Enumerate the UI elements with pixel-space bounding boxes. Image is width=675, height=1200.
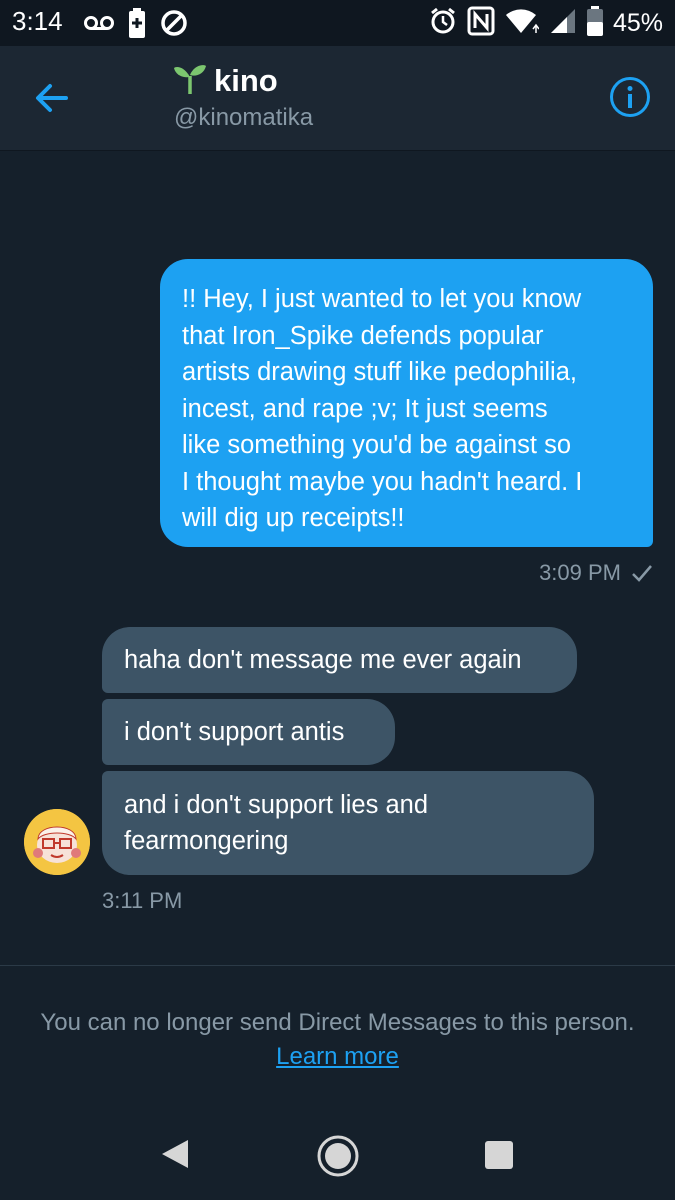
- nfc-icon: [467, 6, 495, 41]
- avatar[interactable]: [24, 809, 90, 875]
- arrow-left-icon: [36, 84, 68, 112]
- alarm-icon: [429, 7, 457, 40]
- voicemail-icon: [84, 15, 114, 36]
- contact-name: kino: [214, 62, 278, 98]
- back-button[interactable]: [30, 76, 74, 120]
- message-line: incest, and rape ;v; It just seems: [182, 394, 548, 423]
- received-message-bubble[interactable]: haha don't message me ever again: [102, 627, 577, 693]
- received-message-bubble[interactable]: i don't support antis: [102, 699, 395, 765]
- received-message-time: 3:11 PM: [102, 888, 183, 913]
- message-line: i don't support antis: [124, 718, 345, 746]
- message-line: haha don't message me ever again: [124, 646, 522, 674]
- conversation-info-button[interactable]: [608, 75, 652, 119]
- conversation-header: kino @kinomatika: [0, 46, 675, 151]
- checkmark-icon: [632, 565, 652, 582]
- message-line: that Iron_Spike defends popular: [182, 321, 544, 350]
- battery-icon: [586, 6, 603, 41]
- message-line: artists drawing stuff like pedophilia,: [182, 358, 577, 386]
- nav-back-button[interactable]: [158, 1137, 192, 1176]
- received-message-bubble[interactable]: and i don't support lies and fearmongeri…: [102, 771, 594, 875]
- message-line: will dig up receipts!!: [182, 504, 405, 532]
- message-line: fearmongering: [124, 827, 289, 855]
- triangle-back-icon: [162, 1140, 188, 1168]
- status-bar: 3:14 45%: [0, 0, 675, 46]
- nav-home-button[interactable]: [316, 1134, 360, 1183]
- status-icons-left: [84, 8, 188, 43]
- status-time: 3:14: [12, 6, 63, 36]
- message-line: !! Hey, I just wanted to let you know: [182, 285, 582, 313]
- message-line: I thought maybe you hadn't heard. I: [182, 467, 583, 496]
- divider: [0, 965, 675, 966]
- contact-name-row[interactable]: kino: [172, 62, 278, 99]
- nav-recents-button[interactable]: [484, 1140, 514, 1175]
- sent-message-time: 3:09 PM: [539, 560, 621, 585]
- wifi-icon: [505, 7, 540, 40]
- seedling-icon: [172, 62, 208, 99]
- sent-message-bubble[interactable]: !! Hey, I just wanted to let you know th…: [160, 259, 653, 547]
- do-not-disturb-icon: [160, 9, 188, 42]
- message-line: like something you'd be against so: [182, 431, 572, 459]
- signal-icon: [549, 7, 577, 40]
- contact-handle: @kinomatika: [174, 104, 314, 131]
- sent-message-meta: 3:09 PM: [539, 560, 653, 586]
- square-recents-icon: [485, 1141, 513, 1169]
- system-navigation-bar: [0, 1110, 675, 1200]
- status-icons-right: 45%: [429, 6, 663, 41]
- circle-home-icon: [317, 1135, 359, 1177]
- battery-saver-icon: [128, 8, 146, 43]
- message-line: and i don't support lies and: [124, 791, 428, 819]
- learn-more-link[interactable]: Learn more: [276, 1043, 399, 1070]
- dm-disabled-notice: You can no longer send Direct Messages t…: [40, 1006, 635, 1074]
- notice-text: You can no longer send Direct Messages t…: [40, 1009, 635, 1036]
- info-icon: [610, 77, 650, 117]
- battery-percent: 45%: [612, 9, 663, 37]
